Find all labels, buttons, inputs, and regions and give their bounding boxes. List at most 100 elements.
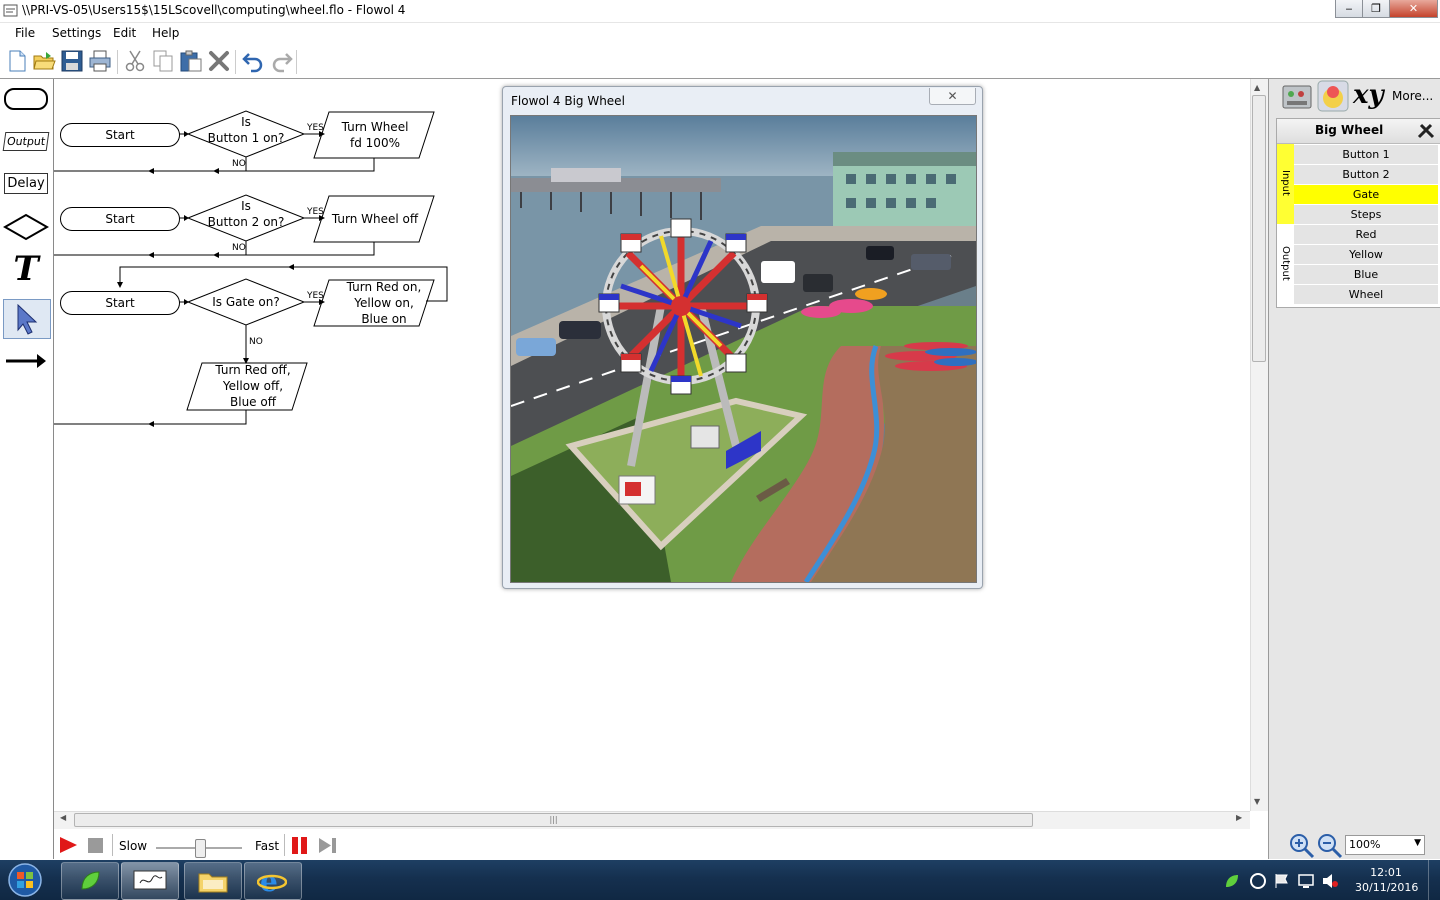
clock-date: 30/11/2016 <box>1355 881 1419 894</box>
undo-icon[interactable] <box>241 49 265 73</box>
save-icon[interactable] <box>60 49 84 73</box>
scroll-right-icon[interactable]: ▶ <box>1236 813 1242 822</box>
menu-settings[interactable]: Settings <box>52 26 101 40</box>
decision-button2[interactable]: Is Button 2 on? <box>202 198 290 230</box>
mimic-close-button[interactable]: ✕ <box>929 88 976 105</box>
paste-icon[interactable] <box>179 49 203 73</box>
palette-decision[interactable] <box>3 209 49 245</box>
palette-arrow[interactable] <box>3 343 49 379</box>
output-lights-on-line3: Blue on <box>361 312 407 326</box>
open-icon[interactable] <box>32 49 56 73</box>
show-desktop-button[interactable] <box>1428 860 1440 900</box>
app-icon <box>3 4 18 17</box>
output-blue[interactable]: Blue <box>1294 265 1438 285</box>
output-wheel-on-line2: fd 100% <box>350 136 400 150</box>
output-yellow[interactable]: Yellow <box>1294 245 1438 265</box>
run-icon[interactable] <box>58 836 78 854</box>
copy-icon[interactable] <box>151 49 175 73</box>
tray-volume-muted-icon[interactable] <box>1321 872 1339 890</box>
scroll-up-icon[interactable]: ▲ <box>1254 83 1260 92</box>
input-button-1[interactable]: Button 1 <box>1294 145 1438 165</box>
yes-label-3: YES <box>307 291 324 301</box>
output-lights-off-line2: Yellow off, <box>222 379 284 393</box>
palette-output-label: Output <box>2 131 50 151</box>
taskbar-app-1[interactable] <box>61 862 119 900</box>
stop-icon[interactable] <box>88 838 103 853</box>
input-steps[interactable]: Steps <box>1294 205 1438 225</box>
zoom-select[interactable]: 100% ▼ <box>1345 835 1425 855</box>
mimic-picture-icon[interactable] <box>1317 80 1349 112</box>
scroll-left-icon[interactable]: ◀ <box>60 813 66 822</box>
menu-help[interactable]: Help <box>152 26 179 40</box>
menu-file[interactable]: File <box>15 26 35 40</box>
mimic-window[interactable]: Flowol 4 Big Wheel ✕ <box>502 86 983 589</box>
step-icon[interactable] <box>318 837 338 854</box>
output-lights-off-line3: Blue off <box>230 395 276 409</box>
big-wheel-scene <box>510 115 977 583</box>
menu-edit[interactable]: Edit <box>113 26 136 40</box>
palette-select[interactable] <box>3 299 51 339</box>
output-lights-off-line1: Turn Red off, <box>215 363 291 377</box>
zoom-out-icon[interactable] <box>1317 833 1343 859</box>
yes-label-1: YES <box>307 123 324 133</box>
output-wheel-on-line1: Turn Wheel <box>341 120 409 134</box>
redo-icon[interactable] <box>270 49 294 73</box>
decision-button2-line1: Is <box>241 199 251 213</box>
cut-icon[interactable] <box>123 49 147 73</box>
palette-terminal[interactable] <box>3 81 49 117</box>
start-terminal-2[interactable]: Start <box>60 207 180 231</box>
output-lights-on[interactable]: Turn Red on, Yellow on, Blue on <box>324 279 444 327</box>
decision-button1-line1: Is <box>241 115 251 129</box>
taskbar-flowol[interactable] <box>121 862 179 900</box>
output-wheel-off[interactable]: Turn Wheel off <box>324 211 426 227</box>
taskbar-clock[interactable]: 12:01 30/11/2016 <box>1355 865 1419 895</box>
start-terminal-1[interactable]: Start <box>60 123 180 147</box>
minimize-button[interactable]: ‒ <box>1335 0 1363 18</box>
tray-flag-icon[interactable] <box>1273 872 1291 890</box>
more-button[interactable]: More... <box>1392 89 1433 103</box>
print-icon[interactable] <box>88 49 112 73</box>
vertical-scroll-thumb[interactable] <box>1252 95 1266 362</box>
close-button[interactable]: ✕ <box>1389 0 1438 18</box>
chevron-down-icon: ▼ <box>1414 838 1421 848</box>
start-orb-icon[interactable] <box>6 862 44 898</box>
input-gate[interactable]: Gate <box>1294 185 1438 205</box>
big-wheel-header: Big Wheel <box>1277 119 1440 144</box>
input-button-2[interactable]: Button 2 <box>1294 165 1438 185</box>
pause-icon[interactable] <box>291 837 309 854</box>
pointer-icon <box>17 303 38 335</box>
taskbar-ie[interactable]: e <box>244 862 302 900</box>
maximize-button[interactable]: ❐ <box>1362 0 1390 18</box>
output-red[interactable]: Red <box>1294 225 1438 245</box>
palette-delay[interactable]: Delay <box>3 165 49 201</box>
decision-gate[interactable]: Is Gate on? <box>202 294 290 310</box>
new-icon[interactable] <box>5 49 29 73</box>
palette-text[interactable]: T <box>3 251 49 287</box>
start-terminal-3[interactable]: Start <box>60 291 180 315</box>
menu-bar: File Settings Edit Help <box>0 23 1440 43</box>
pin-close-icon[interactable] <box>1417 123 1435 139</box>
text-icon: T <box>13 249 39 289</box>
tray-leaf-icon[interactable] <box>1224 873 1240 889</box>
decision-button1[interactable]: Is Button 1 on? <box>202 114 290 146</box>
tray-network-icon[interactable] <box>1297 872 1315 890</box>
folder-icon <box>198 873 228 893</box>
tray-clock-icon[interactable] <box>1249 872 1267 890</box>
output-lights-on-line2: Yellow on, <box>354 296 414 310</box>
speed-slider-thumb[interactable] <box>195 839 206 858</box>
zoom-in-icon[interactable] <box>1289 833 1315 859</box>
interface-box-icon[interactable] <box>1281 80 1313 112</box>
svg-text:e: e <box>260 867 278 895</box>
palette-output[interactable]: Output <box>2 123 50 159</box>
io-panel-title: Big Wheel <box>1315 123 1384 137</box>
delete-icon[interactable] <box>207 49 231 73</box>
speed-slow-label: Slow <box>119 839 148 853</box>
scroll-down-icon[interactable]: ▼ <box>1254 797 1260 806</box>
horizontal-scroll-thumb[interactable]: ||| <box>74 813 1033 827</box>
taskbar-explorer[interactable] <box>184 862 242 900</box>
leaf-icon <box>81 871 100 890</box>
xy-icon[interactable]: xy <box>1353 80 1384 110</box>
output-wheel[interactable]: Wheel <box>1294 285 1438 305</box>
output-wheel-on[interactable]: Turn Wheel fd 100% <box>324 119 426 151</box>
output-lights-off[interactable]: Turn Red off, Yellow off, Blue off <box>194 362 312 410</box>
